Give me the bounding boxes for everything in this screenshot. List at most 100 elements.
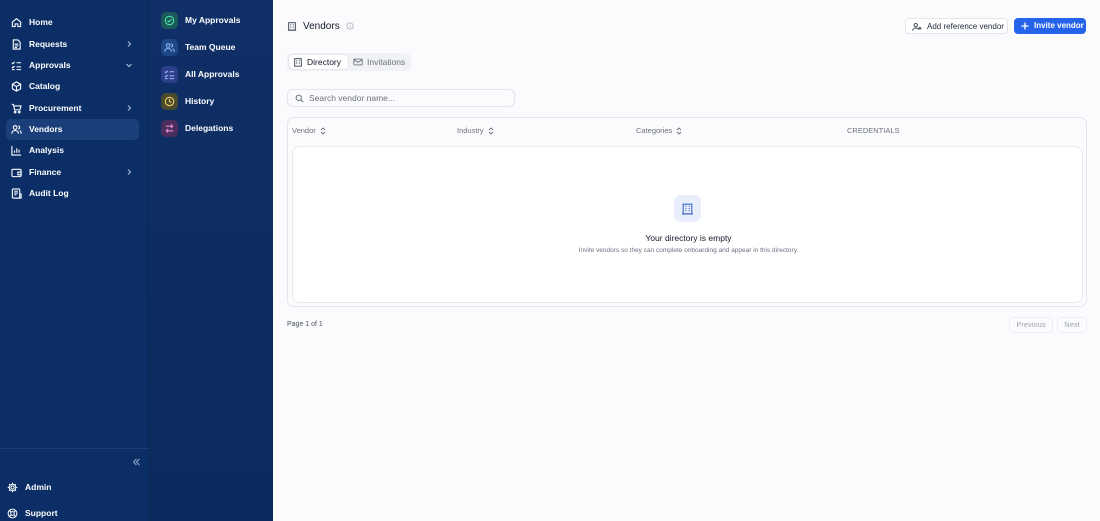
gear-icon [7,482,18,493]
file-icon [12,39,21,50]
button-label: Invite vendor [1034,21,1084,30]
tab-invitations[interactable]: Invitations [349,55,409,69]
sort-icon [320,126,326,135]
sidebar-item-support[interactable]: Support [6,506,136,521]
swap-icon [165,123,174,134]
clock-icon [164,96,175,107]
home-icon [11,17,22,28]
sidebar-item-label: Home [29,17,53,27]
subnav-item-team-queue[interactable]: Team Queue [161,39,269,57]
vendors-table: Vendor Industry Categories CREDENTIALS Y… [287,117,1087,307]
subnav-item-label: Team Queue [185,42,236,52]
subnav-item-all-approvals[interactable]: All Approvals [161,66,269,84]
subnav-item-label: Delegations [185,123,234,133]
badge [161,39,178,56]
sort-icon [676,126,682,135]
cart-icon [11,103,22,114]
building-icon [682,203,693,215]
plus-icon [1021,22,1029,30]
add-reference-vendor-button[interactable]: Add reference vendor [905,18,1008,34]
log-icon [11,188,22,199]
column-header-categories[interactable]: Categories [636,125,682,136]
sidebar-item-label: Catalog [29,81,61,91]
checklist-icon [11,61,22,71]
sidebar-item-audit-log[interactable]: Audit Log [6,183,139,204]
sidebar-item-label: Audit Log [29,188,69,198]
page-title-text: Vendors [303,20,340,32]
sidebar-item-catalog[interactable]: Catalog [6,76,139,97]
badge [161,12,178,29]
wallet-icon [11,168,22,178]
chevron-right-icon [127,169,132,175]
check-circle-icon [164,15,175,26]
sidebar-item-label: Analysis [29,145,64,155]
column-header-credentials: CREDENTIALS [847,125,900,136]
badge [161,66,178,83]
subnav-item-label: My Approvals [185,15,241,25]
main-content: Vendors Add reference vendor Invite vend… [273,0,1100,521]
subnav-item-label: History [185,96,215,106]
building-icon [287,22,297,31]
page-title: Vendors [287,19,354,33]
collapse-sidebar-icon[interactable] [130,456,142,468]
empty-state-subtitle: Invite vendors so they can complete onbo… [578,247,799,254]
invite-vendor-button[interactable]: Invite vendor [1014,18,1086,34]
sidebar-item-label: Procurement [29,103,82,113]
sidebar-item-home[interactable]: Home [6,12,139,33]
chevron-down-icon [126,63,132,68]
sidebar-item-label: Finance [29,167,62,177]
sort-icon [488,126,494,135]
sidebar-item-label: Requests [29,39,68,49]
column-header-vendor[interactable]: Vendor [292,125,326,136]
button-label: Add reference vendor [927,22,1004,31]
badge [161,120,178,137]
primary-sidebar: Home Requests Approvals Catalog Procurem… [0,0,149,521]
previous-page-button[interactable]: Previous [1009,317,1053,333]
team-icon [164,43,175,52]
search-input[interactable] [309,92,509,104]
column-header-industry[interactable]: Industry [457,125,494,136]
tab-directory[interactable]: Directory [289,55,348,69]
sidebar-item-finance[interactable]: Finance [6,162,139,183]
sidebar-item-requests[interactable]: Requests [6,34,139,55]
approvals-subnav: My Approvals Team Queue All Approvals Hi… [149,0,273,521]
sidebar-item-label: Vendors [29,124,63,134]
badge [161,93,178,110]
subnav-item-my-approvals[interactable]: My Approvals [161,12,269,30]
search-icon [295,94,304,103]
sidebar-item-approvals[interactable]: Approvals [6,55,139,76]
list-check-icon [164,70,175,80]
sidebar-divider [0,448,149,449]
next-page-button[interactable]: Next [1057,317,1087,333]
building-icon [294,58,302,67]
tab-label: Invitations [367,57,406,67]
lifebuoy-icon [7,508,18,519]
empty-state-icon-badge [674,195,701,222]
sidebar-item-label: Approvals [29,60,71,70]
subnav-item-history[interactable]: History [161,93,269,111]
empty-state: Your directory is empty Invite vendors s… [292,146,1083,303]
bar-chart-icon [11,145,22,156]
column-header-label: CREDENTIALS [847,126,900,135]
sidebar-item-label: Admin [25,482,52,492]
info-icon[interactable] [346,22,354,30]
sidebar-item-label: Support [25,508,58,518]
subnav-item-label: All Approvals [185,69,240,79]
column-header-label: Categories [636,126,673,135]
empty-state-title: Your directory is empty [645,233,732,243]
users-icon [11,125,22,134]
sidebar-item-analysis[interactable]: Analysis [6,140,139,161]
search-box [287,89,515,107]
subnav-item-delegations[interactable]: Delegations [161,120,269,138]
sidebar-item-vendors[interactable]: Vendors [6,119,139,140]
sidebar-item-procurement[interactable]: Procurement [6,98,139,119]
chevron-right-icon [127,105,132,111]
view-tabs: Directory Invitations [287,53,411,71]
mail-icon [353,58,363,66]
user-plus-icon [912,23,922,31]
sidebar-item-admin[interactable]: Admin [6,480,136,496]
chevron-right-icon [127,41,132,47]
box-icon [11,81,22,92]
column-header-label: Industry [457,126,484,135]
column-header-label: Vendor [292,126,316,135]
